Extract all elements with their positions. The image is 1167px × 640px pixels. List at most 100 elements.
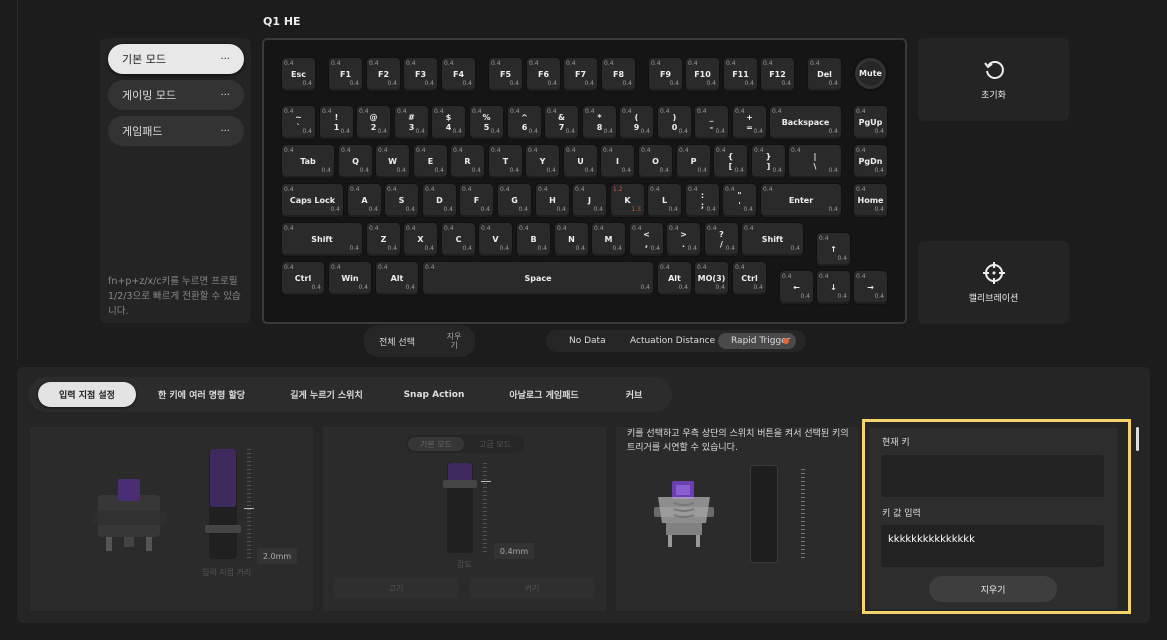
tab-hold-switch[interactable]: 길게 누르기 스위치 — [269, 377, 384, 412]
rt-mode-advanced[interactable]: 고급 모드 — [468, 437, 522, 451]
key-f[interactable]: 0.4 F 0.4 — [460, 184, 493, 217]
rt-mode-basic[interactable]: 기본 모드 — [408, 437, 464, 451]
key-f5[interactable]: 0.4 F5 0.4 — [489, 58, 522, 91]
key-z[interactable]: 0.4 Z 0.4 — [367, 223, 400, 256]
reset-button[interactable]: 초기화 — [918, 38, 1069, 121]
key-f1[interactable]: 0.4 F1 0.4 — [329, 58, 362, 91]
key-5[interactable]: 0.4% 5 0.4 — [470, 106, 503, 139]
tab-analog-gamepad[interactable]: 아날로그 게임패드 — [489, 377, 599, 412]
key-s[interactable]: 0.4 S 0.4 — [385, 184, 418, 217]
key-f4[interactable]: 0.4 F4 0.4 — [442, 58, 475, 91]
key-period[interactable]: 0.4 > . 0.4 — [667, 223, 700, 256]
key-o[interactable]: 0.4 O 0.4 — [639, 145, 672, 178]
key-b[interactable]: 0.4 B 0.4 — [517, 223, 550, 256]
key-x[interactable]: 0.4 X 0.4 — [404, 223, 437, 256]
key-caps[interactable]: 0.4 Caps Lock 0.4 — [282, 184, 343, 217]
key-k[interactable]: 1.2 K 1.3 — [611, 184, 644, 217]
tab-actuation-point[interactable]: 입력 지점 설정 — [38, 382, 136, 407]
key-tab[interactable]: 0.4 Tab 0.4 — [282, 145, 334, 178]
key-right[interactable]: 0.4 → 0.4 — [854, 271, 887, 304]
key-u[interactable]: 0.4 U 0.4 — [564, 145, 597, 178]
key-home[interactable]: 0.4 Home 0.4 — [854, 184, 887, 217]
tab-snap-action[interactable]: Snap Action — [389, 377, 479, 412]
key-0[interactable]: 0.4) 0 0.4 — [658, 106, 691, 139]
key-2[interactable]: 0.4 @ 2 0.4 — [357, 106, 390, 139]
key-lctrl[interactable]: 0.4 Ctrl 0.4 — [282, 262, 324, 295]
key-minus[interactable]: 0.4 _ -0.4 — [695, 106, 728, 139]
key-f6[interactable]: 0.4 F6 0.4 — [527, 58, 560, 91]
rt-high-button[interactable]: 커기 — [469, 577, 595, 599]
clear-selection-button[interactable]: 지우 기 — [444, 332, 464, 350]
key-g[interactable]: 0.4 G 0.4 — [498, 184, 531, 217]
key-mute[interactable]: Mute — [855, 58, 886, 89]
key-t[interactable]: 0.4 T 0.4 — [489, 145, 522, 178]
key-comma[interactable]: 0.4 < , 0.4 — [630, 223, 663, 256]
more-icon[interactable]: ··· — [220, 90, 230, 101]
key-left[interactable]: 0.4 ← 0.4 — [780, 271, 813, 304]
key-rctrl[interactable]: 0.4 Ctrl 0.4 — [733, 262, 766, 295]
key-f8[interactable]: 0.4 F8 0.4 — [602, 58, 635, 91]
key-lalt[interactable]: 0.4 Alt 0.4 — [376, 262, 418, 295]
key-slash[interactable]: 0.4? /0.4 — [705, 223, 738, 256]
key-v[interactable]: 0.4 V 0.4 — [479, 223, 512, 256]
mode-gamepad[interactable]: 게임패드 ··· — [108, 116, 244, 146]
key-backslash[interactable]: 0.4 | \ 0.4 — [789, 145, 841, 178]
key-esc[interactable]: 0.4 Esc 0.4 — [282, 58, 315, 91]
key-w[interactable]: 0.4 W 0.4 — [376, 145, 409, 178]
key-rbracket[interactable]: 0.4} ] 0.4 — [752, 145, 785, 178]
key-m[interactable]: 0.4 M 0.4 — [592, 223, 625, 256]
key-j[interactable]: 0.4 J 0.4 — [573, 184, 606, 217]
key-h[interactable]: 0.4 H 0.4 — [536, 184, 569, 217]
key-enter[interactable]: 0.4 Enter 0.4 — [761, 184, 841, 217]
key-6[interactable]: 0.4 ^ 6 0.4 — [508, 106, 541, 139]
actuation-handle[interactable] — [205, 525, 241, 533]
key-r[interactable]: 0.4 R 0.4 — [451, 145, 484, 178]
key-q[interactable]: 0.4 Q 0.4 — [339, 145, 372, 178]
key-quote[interactable]: 0.4 " ' 0.4 — [723, 184, 756, 217]
key-4[interactable]: 0.4 $ 4 0.4 — [432, 106, 465, 139]
key-down[interactable]: 0.4 ↓ 0.4 — [817, 271, 850, 304]
key-grave[interactable]: 0.4 ~ ` 0.4 — [282, 106, 315, 139]
key-pgup[interactable]: 0.4 PgUp 0.4 — [854, 106, 887, 139]
key-f11[interactable]: 0.4 F11 0.4 — [724, 58, 757, 91]
key-c[interactable]: 0.4 C 0.4 — [442, 223, 475, 256]
key-7[interactable]: 0.4 & 7 0.4 — [545, 106, 578, 139]
key-del[interactable]: 0.4 Del 0.4 — [808, 58, 841, 91]
key-8[interactable]: 0.4 * 8 0.4 — [583, 106, 616, 139]
key-1[interactable]: 0.4! 1 0.4 — [320, 106, 353, 139]
key-i[interactable]: 0.4 I 0.4 — [601, 145, 634, 178]
mode-basic[interactable]: 기본 모드 ··· — [108, 44, 244, 74]
view-no-data[interactable]: No Data — [569, 336, 606, 346]
key-f3[interactable]: 0.4 F3 0.4 — [404, 58, 437, 91]
key-win[interactable]: 0.4 Win 0.4 — [329, 262, 371, 295]
key-a[interactable]: 0.4 A 0.4 — [348, 184, 381, 217]
key-y[interactable]: 0.4 Y 0.4 — [526, 145, 559, 178]
view-actuation-distance[interactable]: Actuation Distance — [630, 336, 715, 346]
key-lbracket[interactable]: 0.4{ [0.4 — [714, 145, 747, 178]
key-pgdn[interactable]: 0.4 PgDn 0.4 — [854, 145, 887, 178]
key-space[interactable]: 0.4 Space 0.4 — [423, 262, 653, 295]
rt-low-button[interactable]: 고기 — [333, 577, 459, 599]
key-backspace[interactable]: 0.4 Backspace 0.4 — [770, 106, 841, 139]
key-f12[interactable]: 0.4 F12 0.4 — [761, 58, 794, 91]
key-mo3[interactable]: 0.4 MO(3) 0.4 — [695, 262, 728, 295]
key-semicolon[interactable]: 0.4: ; 0.4 — [686, 184, 719, 217]
key-lshift[interactable]: 0.4 Shift 0.4 — [282, 223, 362, 256]
panel-scrollbar[interactable] — [1136, 427, 1139, 451]
more-icon[interactable]: ··· — [220, 126, 230, 137]
mode-gaming[interactable]: 게이밍 모드 ··· — [108, 80, 244, 110]
key-9[interactable]: 0.4( 9 0.4 — [620, 106, 653, 139]
select-all-button[interactable]: 전체 선택 — [379, 335, 415, 348]
key-p[interactable]: 0.4 P 0.4 — [677, 145, 710, 178]
key-f9[interactable]: 0.4 F9 0.4 — [649, 58, 682, 91]
key-e[interactable]: 0.4 E 0.4 — [414, 145, 447, 178]
rt-handle[interactable] — [443, 480, 477, 488]
key-f10[interactable]: 0.4 F10 0.4 — [686, 58, 719, 91]
calibration-button[interactable]: 캘리브레이션 — [918, 241, 1069, 324]
key-ralt[interactable]: 0.4 Alt 0.4 — [658, 262, 691, 295]
key-f2[interactable]: 0.4 F2 0.4 — [367, 58, 400, 91]
key-d[interactable]: 0.4 D 0.4 — [423, 184, 456, 217]
tab-multi-command[interactable]: 한 키에 여러 명령 할당 — [144, 377, 259, 412]
more-icon[interactable]: ··· — [220, 54, 230, 65]
key-3[interactable]: 0.4 # 3 0.4 — [395, 106, 428, 139]
